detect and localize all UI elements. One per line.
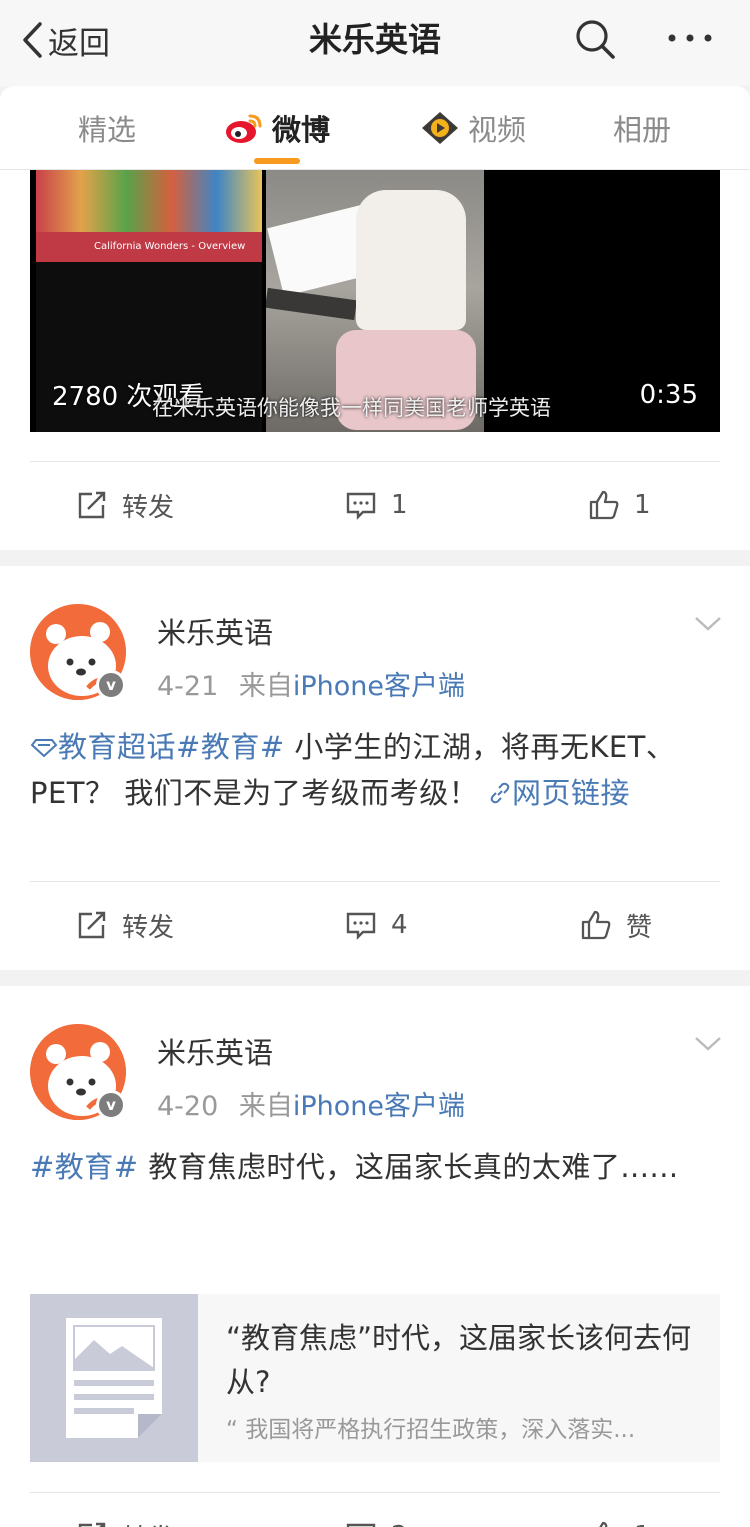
web-link[interactable]: 网页链接: [488, 776, 630, 810]
profile-tabs: 精选 微博 视频 相册: [0, 86, 750, 170]
comment-icon: [346, 492, 376, 520]
active-tab-indicator: [254, 158, 300, 164]
post-source-prefix: 来自: [238, 1091, 293, 1122]
video-subtitle: 在米乐英语你能像我一样同美国老师学英语: [152, 396, 551, 420]
repost-button[interactable]: 转发: [76, 1493, 174, 1527]
post-source[interactable]: iPhone客户端: [293, 671, 465, 702]
super-topic-link[interactable]: 教育超话: [30, 730, 176, 764]
repost-button[interactable]: 转发: [76, 462, 174, 548]
weibo-icon: [226, 114, 262, 143]
post-body: 教育焦虑时代，这届家长真的太难了......: [148, 1150, 679, 1184]
link-icon: [490, 782, 510, 804]
article-title: “教育焦虑”时代，这届家长该何去何从?: [226, 1321, 692, 1399]
comment-button[interactable]: 1: [345, 462, 408, 548]
action-bar: 转发 1 1: [0, 462, 750, 548]
action-bar: 转发 2 1: [0, 1493, 750, 1527]
chevron-down-icon[interactable]: [694, 1034, 722, 1054]
page-title: 米乐英语: [309, 20, 441, 59]
tab-label: 微博: [272, 113, 331, 147]
comment-count: 2: [391, 1521, 408, 1527]
article-summary: “ 我国将严格执行招生政策，深入落实...: [226, 1417, 636, 1443]
tab-featured[interactable]: 精选: [78, 86, 136, 170]
web-link-label: 网页链接: [511, 776, 630, 810]
article-link-card[interactable]: “教育焦虑”时代，这届家长该何去何从? “ 我国将严格执行招生政策，深入落实..…: [30, 1294, 720, 1462]
topic-link[interactable]: #教育#: [30, 1150, 139, 1184]
post-text: 教育超话#教育# 小学生的江湖，将再无KET、PET？ 我们不是为了考级而考级！…: [30, 724, 722, 816]
verified-badge-icon: v: [96, 670, 126, 700]
weibo-post-card: v 米乐英语 4-21 来自iPhone客户端 教育超话#教育# 小学生的江湖，…: [0, 566, 750, 970]
repost-icon: [78, 911, 106, 939]
navigation-bar: 返回 米乐英语: [0, 0, 750, 86]
search-icon[interactable]: [572, 16, 618, 62]
tab-label: 相册: [613, 113, 672, 147]
comment-count: 4: [391, 910, 408, 940]
comment-count: 1: [391, 490, 408, 520]
thumbs-up-icon: [581, 910, 611, 940]
article-thumbnail: [30, 1294, 198, 1462]
document-icon: [66, 1318, 162, 1438]
repost-label: 转发: [122, 1518, 174, 1527]
post-source-prefix: 来自: [238, 671, 293, 702]
repost-icon: [78, 1522, 106, 1527]
action-bar: 转发 4 赞: [0, 882, 750, 968]
more-icon[interactable]: [662, 18, 718, 58]
post-meta: 4-21 来自iPhone客户端: [157, 664, 465, 703]
tab-video[interactable]: 视频: [420, 86, 526, 170]
tab-label: 精选: [78, 113, 137, 147]
topic-link[interactable]: #教育#: [176, 730, 285, 764]
thumbs-up-icon: [599, 1521, 608, 1527]
post-author[interactable]: 米乐英语: [157, 1030, 273, 1072]
post-meta: 4-20 来自iPhone客户端: [157, 1084, 465, 1123]
video-channel-icon: [422, 112, 458, 144]
video-player[interactable]: California Wonders - Overview 2780 次观看 在…: [30, 170, 720, 432]
tab-label: 视频: [468, 113, 527, 147]
post-source[interactable]: iPhone客户端: [293, 1091, 465, 1122]
tab-album[interactable]: 相册: [613, 86, 671, 170]
post-author[interactable]: 米乐英语: [157, 610, 273, 652]
chevron-left-icon: [23, 22, 42, 58]
repost-button[interactable]: 转发: [76, 882, 174, 968]
repost-label: 转发: [122, 912, 175, 943]
like-count: 1: [634, 490, 651, 520]
comment-button[interactable]: 4: [345, 882, 408, 968]
super-topic-label: 教育超话: [58, 730, 177, 764]
like-label: 赞: [626, 912, 653, 943]
super-topic-icon: [30, 739, 58, 758]
chevron-down-icon[interactable]: [694, 614, 722, 634]
video-post-card: California Wonders - Overview 2780 次观看 在…: [0, 170, 750, 550]
like-button[interactable]: 1: [588, 462, 651, 548]
post-text: #教育# 教育焦虑时代，这届家长真的太难了......: [30, 1144, 722, 1190]
like-button[interactable]: 1: [588, 1493, 651, 1527]
post-date: 4-21: [157, 671, 219, 702]
comment-button[interactable]: 2: [345, 1493, 408, 1527]
comment-icon: [346, 1523, 376, 1527]
back-button[interactable]: 返回: [20, 18, 110, 62]
video-thumbnail-left: California Wonders - Overview: [36, 170, 262, 262]
thumbnail-caption: California Wonders - Overview: [36, 232, 262, 262]
like-button[interactable]: 赞: [580, 882, 652, 968]
post-date: 4-20: [157, 1091, 219, 1122]
like-count: 1: [634, 1521, 651, 1527]
thumbs-up-icon: [589, 490, 619, 520]
verified-badge-icon: v: [96, 1090, 126, 1120]
comment-icon: [346, 912, 376, 940]
repost-icon: [78, 491, 106, 519]
weibo-post-card: v 米乐英语 4-20 来自iPhone客户端 #教育# 教育焦虑时代，这届家长…: [0, 986, 750, 1527]
repost-label: 转发: [122, 492, 175, 523]
back-label: 返回: [48, 25, 110, 62]
video-duration: 0:35: [639, 380, 698, 410]
